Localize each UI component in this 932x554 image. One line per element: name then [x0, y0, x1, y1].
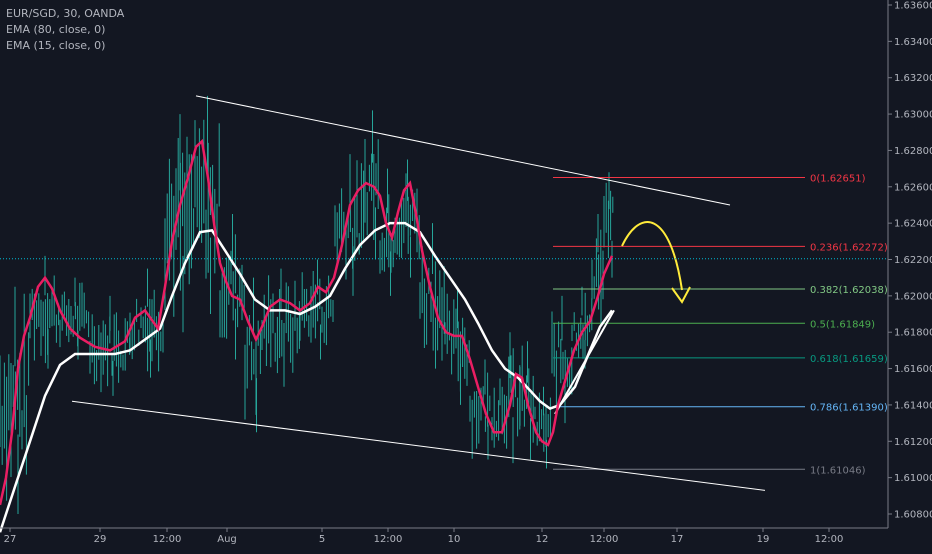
x-tick-label: 12:00 — [374, 534, 403, 545]
chart-background — [0, 0, 932, 550]
fib-level-label: 0.5(1.61849) — [810, 319, 875, 330]
x-tick-label: 17 — [671, 534, 684, 545]
y-tick-label: 1.62800 — [894, 146, 932, 157]
symbol-label[interactable]: EUR/SGD, 30, OANDA — [6, 6, 124, 22]
y-tick-label: 1.62200 — [894, 255, 932, 266]
x-tick-label: 12:00 — [590, 534, 619, 545]
x-tick-label: 12:00 — [153, 534, 182, 545]
x-tick-label: 12:00 — [815, 534, 844, 545]
y-tick-label: 1.61600 — [894, 364, 932, 375]
fib-level-label: 0.382(1.62038) — [810, 285, 888, 296]
x-tick-label: 27 — [4, 534, 17, 545]
y-tick-label: 1.63000 — [894, 110, 932, 121]
chart-container[interactable]: 0(1.62651) 0.236(1.62272) 0.382(1.62038) 0.… — [0, 0, 932, 550]
y-tick-label: 1.60800 — [894, 510, 932, 521]
y-tick-label: 1.62400 — [894, 219, 932, 230]
ema80-legend[interactable]: EMA (80, close, 0) — [6, 22, 124, 38]
x-tick-label: Aug — [217, 534, 237, 545]
fib-level-label: 0.786(1.61390) — [810, 403, 888, 414]
price-chart[interactable]: 0(1.62651) 0.236(1.62272) 0.382(1.62038) 0.… — [0, 0, 932, 550]
fib-level-label: 0.618(1.61659) — [810, 354, 888, 365]
y-tick-label: 1.62600 — [894, 182, 932, 193]
y-tick-label: 1.63600 — [894, 1, 932, 12]
fib-level-label: 1(1.61046) — [810, 465, 866, 476]
chart-legend: EUR/SGD, 30, OANDA EMA (80, close, 0) EM… — [6, 6, 124, 54]
y-tick-label: 1.62000 — [894, 291, 932, 302]
x-tick-label: 10 — [448, 534, 461, 545]
x-tick-label: 5 — [319, 534, 325, 545]
ema15-legend[interactable]: EMA (15, close, 0) — [6, 38, 124, 54]
y-tick-label: 1.61200 — [894, 437, 932, 448]
y-tick-label: 1.63200 — [894, 73, 932, 84]
fib-level-label: 0.236(1.62272) — [810, 242, 888, 253]
y-tick-label: 1.63400 — [894, 37, 932, 48]
fib-level-label: 0(1.62651) — [810, 174, 866, 185]
y-tick-label: 1.61800 — [894, 328, 932, 339]
y-tick-label: 1.61000 — [894, 473, 932, 484]
y-tick-label: 1.61400 — [894, 400, 932, 411]
x-tick-label: 29 — [94, 534, 107, 545]
x-tick-label: 19 — [757, 534, 770, 545]
x-tick-label: 12 — [536, 534, 549, 545]
